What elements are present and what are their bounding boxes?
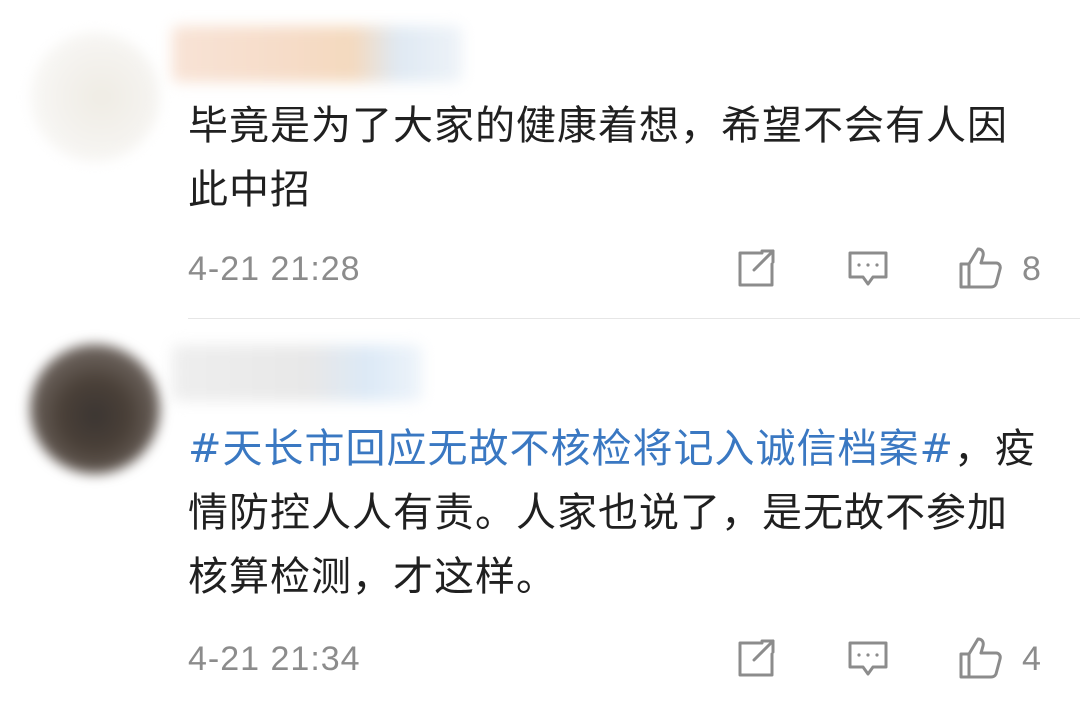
hashtag-link[interactable]: #天长市回应无故不核检将记入诚信档案# bbox=[188, 426, 954, 472]
comment-item: 毕竟是为了大家的健康着想，希望不会有人因此中招 4-21 21:28 8 bbox=[0, 0, 1080, 318]
comment-meta: 4-21 21:34 4 bbox=[188, 634, 1048, 684]
username-blurred[interactable] bbox=[172, 345, 422, 401]
comment-item: #天长市回应无故不核检将记入诚信档案#，疫情防控人人有责。人家也说了，是无故不参… bbox=[0, 319, 1080, 702]
share-icon[interactable] bbox=[732, 634, 780, 682]
comment-icon[interactable] bbox=[844, 634, 892, 682]
comment-text: 毕竟是为了大家的健康着想，希望不会有人因此中招 bbox=[188, 94, 1048, 222]
comment-timestamp: 4-21 21:34 bbox=[188, 640, 361, 678]
like-count: 8 bbox=[1022, 250, 1041, 288]
like-count: 4 bbox=[1022, 640, 1041, 678]
thumbs-up-icon[interactable] bbox=[956, 244, 1004, 292]
comment-icon[interactable] bbox=[844, 244, 892, 292]
username-blurred[interactable] bbox=[172, 26, 462, 82]
avatar[interactable] bbox=[30, 32, 160, 162]
thumbs-up-icon[interactable] bbox=[956, 634, 1004, 682]
comment-text: #天长市回应无故不核检将记入诚信档案#，疫情防控人人有责。人家也说了，是无故不参… bbox=[188, 417, 1048, 609]
comment-timestamp: 4-21 21:28 bbox=[188, 250, 361, 288]
comment-body: 毕竟是为了大家的健康着想，希望不会有人因此中招 bbox=[188, 103, 1008, 213]
comment-meta: 4-21 21:28 8 bbox=[188, 244, 1048, 294]
avatar[interactable] bbox=[30, 344, 160, 474]
share-icon[interactable] bbox=[732, 244, 780, 292]
